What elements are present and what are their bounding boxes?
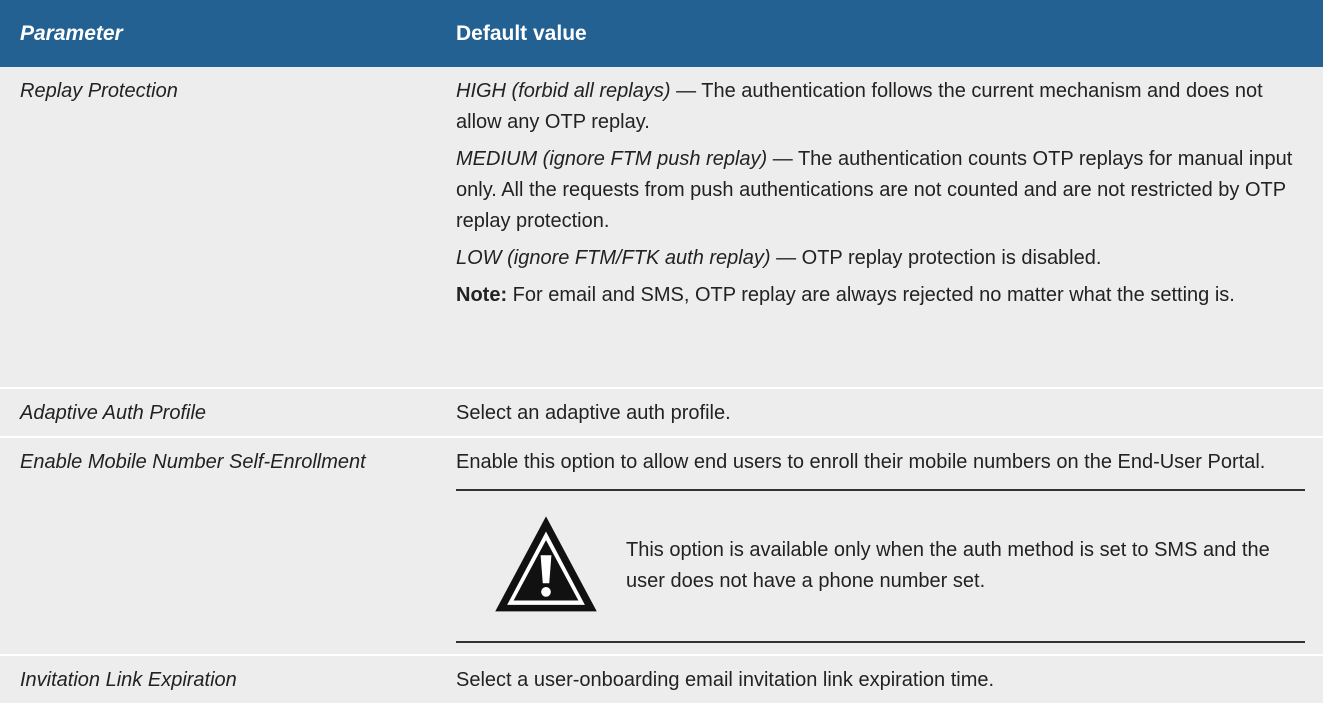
option-label: MEDIUM (ignore FTM push replay) [456, 148, 768, 170]
warning-text: This option is available only when the a… [626, 539, 1270, 592]
param-name: Adaptive Auth Profile [20, 402, 207, 424]
default-value-cell: Select an adaptive auth profile. [456, 402, 731, 424]
parameter-table: Parameter Default value Replay Protectio… [0, 0, 1323, 703]
note-text: For email and SMS, OTP replay are always… [507, 284, 1235, 306]
default-value-cell: Select a user-onboarding email invitatio… [456, 669, 995, 691]
description-text: Enable this option to allow end users to… [456, 451, 1266, 473]
option-description: MEDIUM (ignore FTM push replay) — The au… [456, 144, 1313, 237]
option-description: LOW (ignore FTM/FTK auth replay) — OTP r… [456, 243, 1313, 274]
param-name: Replay Protection [20, 80, 178, 102]
table-row: Replay Protection HIGH (forbid all repla… [0, 67, 1323, 389]
warning-triangle-icon [495, 516, 597, 612]
table-row: Enable Mobile Number Self-Enrollment Ena… [0, 438, 1323, 656]
option-label: LOW (ignore FTM/FTK auth replay) [456, 247, 771, 269]
note: Note: For email and SMS, OTP replay are … [456, 280, 1313, 311]
default-value-cell: HIGH (forbid all replays) — The authenti… [436, 67, 1323, 387]
header-default-value: Default value [456, 21, 587, 45]
header-parameter: Parameter [20, 21, 123, 45]
option-text: — OTP replay protection is disabled. [770, 247, 1102, 269]
option-label: HIGH (forbid all replays) [456, 80, 671, 102]
option-description: HIGH (forbid all replays) — The authenti… [456, 76, 1313, 138]
warning-callout: This option is available only when the a… [456, 489, 1305, 643]
param-name: Enable Mobile Number Self-Enrollment [20, 451, 366, 473]
param-name: Invitation Link Expiration [20, 669, 237, 691]
table-row: Invitation Link Expiration Select a user… [0, 656, 1323, 703]
default-value-cell: Enable this option to allow end users to… [436, 438, 1323, 654]
table-header: Parameter Default value [0, 0, 1323, 67]
note-label: Note: [456, 284, 508, 306]
table-row: Adaptive Auth Profile Select an adaptive… [0, 389, 1323, 438]
